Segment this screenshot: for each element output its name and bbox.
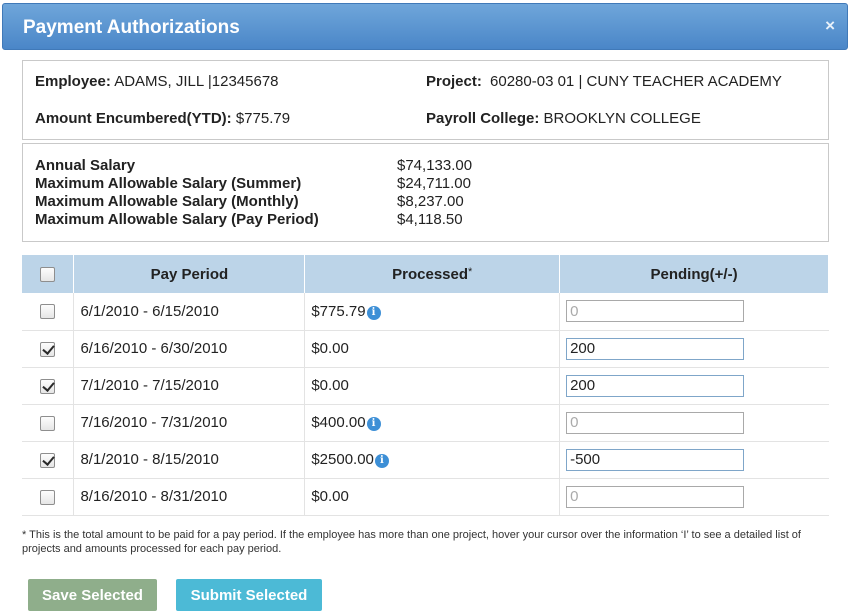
table-row: 7/1/2010 - 7/15/2010 $0.00: [22, 367, 829, 405]
dialog-title: Payment Authorizations: [23, 17, 240, 38]
payroll-college-field: Payroll College: BROOKLYN COLLEGE: [426, 110, 701, 127]
employee-info-panel: Employee: ADAMS, JILL |12345678 Amount E…: [22, 60, 829, 140]
employee-label: Employee:: [35, 73, 111, 90]
row-select-cell: [22, 330, 75, 368]
row-checkbox[interactable]: [40, 452, 56, 468]
pending-header[interactable]: Pending(+/-): [559, 255, 829, 293]
processed-cell: $0.00: [304, 478, 561, 516]
pay-period-cell: 8/16/2010 - 8/31/2010: [73, 478, 306, 516]
processed-header-label: Processed: [392, 265, 469, 283]
pending-cell: [559, 478, 829, 516]
row-checkbox[interactable]: [40, 415, 56, 431]
row-select-cell: [22, 293, 75, 331]
pending-input[interactable]: [566, 337, 745, 360]
row-checkbox[interactable]: [40, 489, 56, 505]
processed-header[interactable]: Processed*: [304, 255, 561, 293]
close-icon[interactable]: ×: [825, 17, 835, 34]
submit-selected-button[interactable]: Submit Selected: [176, 579, 322, 611]
processed-cell: $775.79 i: [304, 293, 561, 331]
pay-period-cell: 8/1/2010 - 8/15/2010: [73, 441, 306, 479]
save-selected-button[interactable]: Save Selected: [28, 579, 157, 611]
table-header-row: Pay Period Processed* Pending(+/-): [22, 255, 829, 293]
pending-cell: [559, 367, 829, 405]
salary-value: $4,118.50: [397, 211, 463, 228]
project-name: CUNY TEACHER ACADEMY: [586, 73, 782, 90]
pay-period-cell: 7/1/2010 - 7/15/2010: [73, 367, 306, 405]
employee-id: 12345678: [211, 73, 279, 90]
processed-amount: $775.79: [311, 302, 366, 320]
processed-amount: $0.00: [311, 488, 349, 505]
footnote: * This is the total amount to be paid fo…: [22, 529, 801, 555]
row-select-cell: [22, 478, 75, 516]
row-checkbox[interactable]: [40, 304, 56, 320]
row-select-cell: [22, 367, 75, 405]
dialog-title-bar[interactable]: Payment Authorizations ×: [2, 3, 848, 50]
employee-name: ADAMS, JILL: [114, 73, 204, 90]
project-separator: |: [578, 73, 583, 90]
pending-cell: [559, 404, 829, 442]
processed-footnote-marker: *: [468, 265, 473, 278]
pay-period-table: Pay Period Processed* Pending(+/-) 6/1/2…: [22, 255, 829, 516]
processed-cell: $0.00: [304, 367, 561, 405]
salary-label: Annual Salary: [35, 157, 136, 174]
pay-period-header[interactable]: Pay Period: [73, 255, 306, 293]
row-checkbox[interactable]: [40, 378, 56, 394]
table-row: 6/1/2010 - 6/15/2010 $775.79 i: [22, 293, 829, 331]
select-all-cell: [22, 255, 75, 293]
row-checkbox[interactable]: [40, 341, 56, 357]
processed-amount: $2500.00: [311, 451, 374, 468]
project-label: Project:: [426, 73, 482, 90]
salary-value: $74,133.00: [397, 157, 473, 174]
pending-cell: [559, 293, 829, 331]
college-value: BROOKLYN COLLEGE: [543, 110, 701, 127]
pending-input[interactable]: [566, 374, 745, 397]
project-field: Project: 60280-03 01 | CUNY TEACHER ACAD…: [426, 73, 782, 90]
processed-cell: $2500.00 i: [304, 441, 561, 479]
processed-amount: $400.00: [311, 414, 366, 431]
project-code: 60280-03 01: [490, 73, 575, 90]
pending-cell: [559, 330, 829, 368]
salary-value: $24,711.00: [397, 175, 471, 192]
row-select-cell: [22, 404, 75, 442]
encumbered-field: Amount Encumbered(YTD): $775.79: [35, 110, 290, 127]
salary-label: Maximum Allowable Salary (Monthly): [35, 193, 299, 210]
table-row: 7/16/2010 - 7/31/2010 $400.00 i: [22, 404, 829, 442]
info-icon[interactable]: i: [366, 417, 381, 431]
pay-period-cell: 7/16/2010 - 7/31/2010: [73, 404, 306, 442]
pending-input[interactable]: [566, 300, 745, 323]
pending-cell: [559, 441, 829, 479]
salary-panel: Annual Salary $74,133.00 Maximum Allowab…: [22, 143, 829, 242]
salary-value: $8,237.00: [397, 193, 464, 210]
table-row: 6/16/2010 - 6/30/2010 $0.00: [22, 330, 829, 368]
processed-cell: $0.00: [304, 330, 561, 368]
table-row: 8/16/2010 - 8/31/2010 $0.00: [22, 478, 829, 516]
pending-input[interactable]: [566, 485, 745, 508]
info-icon[interactable]: i: [366, 305, 381, 320]
row-select-cell: [22, 441, 75, 479]
processed-amount: $0.00: [311, 377, 349, 394]
table-row: 8/1/2010 - 8/15/2010 $2500.00 i: [22, 441, 829, 479]
employee-field: Employee: ADAMS, JILL |12345678: [35, 73, 279, 90]
salary-label: Maximum Allowable Salary (Summer): [35, 175, 302, 192]
encumbered-label: Amount Encumbered(YTD):: [35, 110, 232, 127]
pay-period-cell: 6/1/2010 - 6/15/2010: [73, 293, 306, 331]
pending-input[interactable]: [566, 448, 745, 471]
pay-period-cell: 6/16/2010 - 6/30/2010: [73, 330, 306, 368]
college-label: Payroll College:: [426, 110, 540, 127]
select-all-checkbox[interactable]: [40, 267, 56, 283]
salary-label: Maximum Allowable Salary (Pay Period): [35, 211, 319, 228]
encumbered-value: $775.79: [235, 110, 291, 127]
processed-cell: $400.00 i: [304, 404, 561, 442]
info-icon[interactable]: i: [374, 454, 389, 468]
processed-amount: $0.00: [311, 340, 349, 357]
pending-input[interactable]: [566, 411, 745, 434]
